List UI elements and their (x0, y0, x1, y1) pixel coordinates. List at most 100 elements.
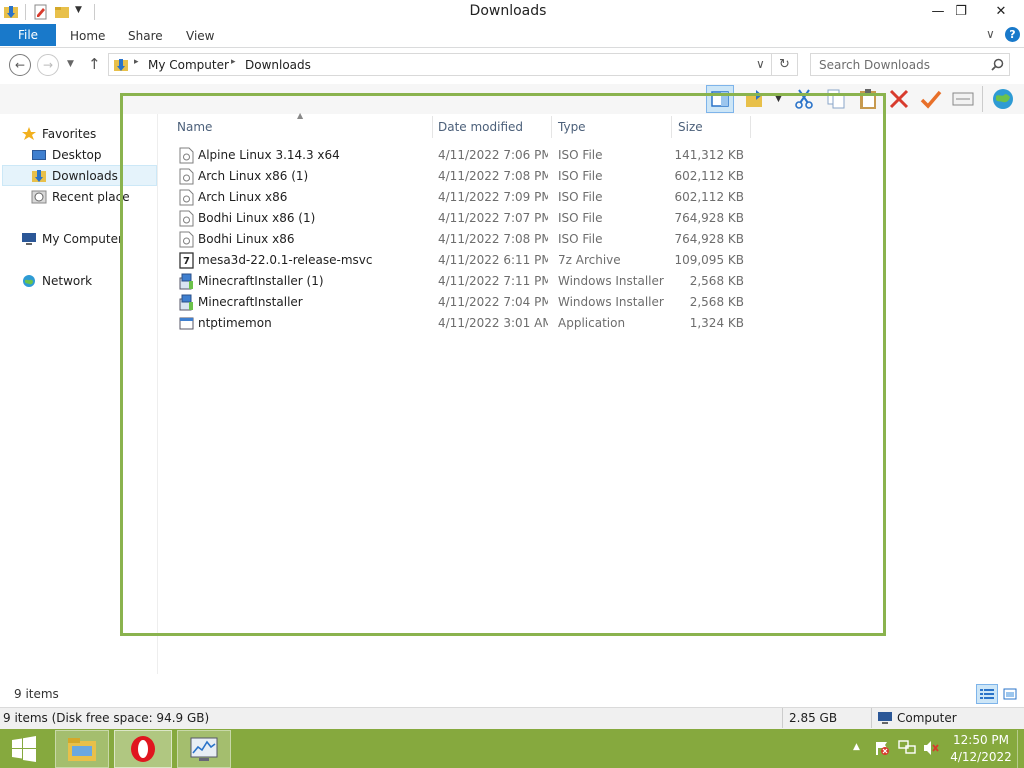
column-header-name[interactable]: Name (177, 120, 212, 134)
column-separator[interactable] (551, 116, 552, 138)
properties-button[interactable] (950, 86, 976, 112)
show-hidden-icons-button[interactable]: ▲ (853, 742, 860, 752)
recent-locations-icon[interactable]: ▼ (67, 59, 74, 69)
restore-button[interactable]: ❐ (946, 0, 976, 22)
file-row[interactable]: Bodhi Linux x86 4/11/2022 7:08 PM ISO File… (176, 229, 751, 250)
tab-file[interactable]: File (0, 24, 56, 46)
file-row[interactable]: Arch Linux x86 4/11/2022 7:09 PM ISO File 6… (176, 187, 751, 208)
file-row[interactable]: ntptimemon 4/11/2022 3:01 AM Application 1,… (176, 313, 751, 334)
column-header-size[interactable]: Size (678, 120, 703, 134)
address-dropdown-icon[interactable]: ∨ (756, 57, 765, 71)
file-name: Arch Linux x86 (1) (198, 169, 309, 183)
windows-logo-icon (12, 736, 36, 762)
breadcrumb-separator[interactable]: ▸ (231, 57, 236, 67)
status-divider (871, 708, 872, 728)
column-separator[interactable] (671, 116, 672, 138)
search-icon[interactable] (991, 58, 1004, 71)
file-size: 109,095 KB (674, 253, 744, 267)
file-row[interactable]: 7 mesa3d-22.0.1-release-msvc 4/11/2022 6:1… (176, 250, 751, 271)
file-size: 2,568 KB (689, 295, 744, 309)
breadcrumb-downloads[interactable]: Downloads (245, 58, 311, 72)
status-details: 9 items (Disk free space: 94.9 GB) (3, 711, 210, 725)
downloads-folder-icon (32, 169, 46, 182)
nav-item-recent-places[interactable]: Recent place (30, 186, 130, 207)
move-to-button[interactable] (742, 86, 768, 112)
network-globe-button[interactable] (990, 86, 1016, 112)
back-button[interactable]: ← (9, 54, 31, 76)
file-row[interactable]: Bodhi Linux x86 (1) 4/11/2022 7:07 PM ISO … (176, 208, 751, 229)
file-type: ISO File (558, 190, 603, 204)
file-size: 1,324 KB (689, 316, 744, 330)
taskbar-file-explorer[interactable] (55, 730, 109, 768)
computer-icon (22, 232, 36, 245)
file-date: 4/11/2022 6:11 PM (438, 253, 548, 267)
start-button[interactable] (0, 730, 48, 768)
desktop-icon (32, 149, 46, 160)
file-row[interactable]: Alpine Linux 3.14.3 x64 4/11/2022 7:06 PM… (176, 145, 751, 166)
breadcrumb-separator[interactable]: ▸ (134, 57, 139, 67)
nav-favorites[interactable]: Favorites (20, 123, 96, 144)
help-icon[interactable]: ? (1005, 27, 1020, 42)
paste-button[interactable] (855, 86, 881, 112)
nav-my-computer[interactable]: My Computer (20, 228, 123, 249)
preview-pane-button[interactable] (706, 85, 734, 113)
clock-date: 4/12/2022 (950, 750, 1012, 764)
taskbar-opera[interactable] (114, 730, 172, 768)
up-button[interactable]: ↑ (88, 55, 101, 73)
search-input[interactable] (811, 54, 981, 75)
column-header-date[interactable]: Date modified (438, 120, 523, 134)
file-row[interactable]: MinecraftInstaller 4/11/2022 7:04 PM Windo… (176, 292, 751, 313)
copy-button[interactable] (823, 86, 849, 112)
file-type: ISO File (558, 148, 603, 162)
action-center-flag-icon[interactable] (874, 740, 890, 756)
file-name: mesa3d-22.0.1-release-msvc (198, 253, 373, 267)
column-header-type[interactable]: Type (558, 120, 586, 134)
file-size: 764,928 KB (674, 211, 744, 225)
file-size: 764,928 KB (674, 232, 744, 246)
file-explorer-icon (68, 738, 96, 761)
file-row[interactable]: Arch Linux x86 (1) 4/11/2022 7:08 PM ISO F… (176, 166, 751, 187)
network-icon (23, 274, 35, 287)
tab-home[interactable]: Home (70, 29, 105, 43)
details-view-icon (980, 689, 994, 699)
network-tray-icon[interactable] (898, 740, 916, 756)
clipboard-icon (860, 89, 876, 109)
window-title: Downloads (469, 3, 547, 19)
rename-button[interactable] (918, 86, 944, 112)
nav-item-label: Downloads (52, 168, 118, 183)
details-view-button[interactable] (976, 684, 998, 704)
taskbar-app[interactable] (177, 730, 231, 768)
file-name: Alpine Linux 3.14.3 x64 (198, 148, 340, 162)
file-row[interactable]: MinecraftInstaller (1) 4/11/2022 7:11 PM W… (176, 271, 751, 292)
forward-button[interactable]: → (37, 54, 59, 76)
expand-ribbon-icon[interactable]: ∨ (986, 27, 995, 41)
close-button[interactable]: ✕ (984, 0, 1018, 22)
nav-network-label: Network (42, 273, 93, 288)
file-date: 4/11/2022 7:08 PM (438, 232, 548, 246)
status-divider (782, 708, 783, 728)
nav-network[interactable]: Network (20, 270, 92, 291)
item-count: 9 items (14, 687, 59, 701)
file-name: Arch Linux x86 (198, 190, 288, 204)
cut-button[interactable] (791, 86, 817, 112)
refresh-button[interactable]: ↻ (772, 53, 798, 76)
large-icons-view-button[interactable] (1000, 684, 1020, 704)
breadcrumb-my-computer[interactable]: My Computer (148, 58, 229, 72)
tab-share[interactable]: Share (128, 29, 163, 43)
file-type: ISO File (558, 169, 603, 183)
nav-item-downloads[interactable]: Downloads (30, 165, 118, 186)
column-separator[interactable] (432, 116, 433, 138)
search-box[interactable] (810, 53, 1010, 76)
delete-button[interactable] (886, 86, 912, 112)
show-desktop-button[interactable] (1017, 730, 1024, 768)
nav-item-desktop[interactable]: Desktop (30, 144, 102, 165)
volume-muted-icon[interactable] (922, 740, 940, 756)
move-to-dropdown-icon[interactable]: ▼ (775, 94, 782, 104)
address-bar[interactable]: ▸ My Computer ▸ Downloads ∨ (108, 53, 772, 76)
svg-text:7: 7 (183, 256, 190, 267)
status-location: Computer (897, 711, 957, 725)
column-separator[interactable] (750, 116, 751, 138)
tab-view[interactable]: View (186, 29, 214, 43)
recent-places-icon (31, 190, 47, 203)
clock[interactable]: 12:50 PM 4/12/2022 (946, 733, 1016, 764)
